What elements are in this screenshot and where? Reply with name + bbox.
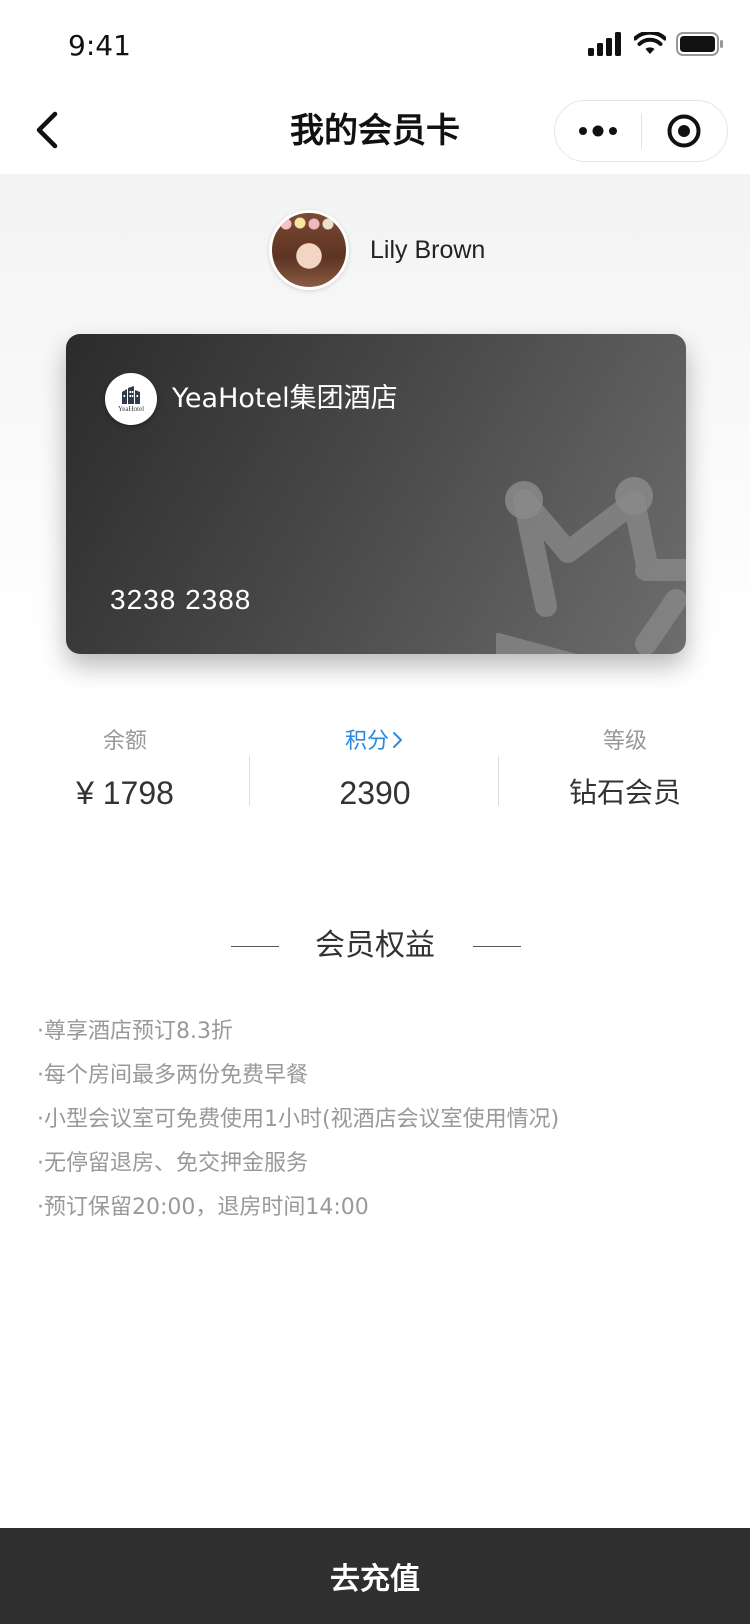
more-dots-icon — [578, 125, 617, 137]
signal-icon — [588, 32, 624, 60]
close-miniprogram-button[interactable] — [642, 101, 728, 161]
member-stats: 余额 ¥ 1798 积分 2390 等级 钻石会员 — [0, 726, 750, 826]
points-stat[interactable]: 积分 2390 — [250, 726, 500, 814]
balance-stat: 余额 ¥ 1798 — [0, 726, 250, 814]
benefit-item: ·每个房间最多两份免费早餐 — [37, 1063, 308, 1088]
balance-label: 余额 — [102, 729, 147, 754]
benefit-item: ·尊享酒店预订8.3折 — [37, 1019, 233, 1044]
points-link[interactable]: 积分 — [250, 726, 500, 758]
points-label: 积分 — [344, 729, 389, 754]
benefit-item: ·小型会议室可免费使用1小时(视酒店会议室使用情况) — [37, 1107, 560, 1132]
crown-icon — [496, 477, 686, 654]
level-label: 等级 — [602, 729, 647, 754]
member-card: YeaHotel YeaHotel集团酒店 3238 2388 — [66, 334, 686, 654]
more-button[interactable] — [555, 101, 641, 161]
level-value: 钻石会员 — [568, 776, 681, 809]
avatar[interactable] — [269, 210, 349, 290]
mini-program-capsule — [554, 100, 728, 162]
user-profile: Lily Brown — [269, 210, 485, 290]
balance-value: ¥ 1798 — [76, 775, 174, 811]
level-stat: 等级 钻石会员 — [500, 726, 750, 814]
benefits-list: ·尊享酒店预订8.3折 ·每个房间最多两份免费早餐 ·小型会议室可免费使用1小时… — [37, 1010, 559, 1230]
user-name: Lily Brown — [370, 235, 486, 264]
hotel-building-icon — [122, 385, 140, 404]
battery-icon — [676, 32, 724, 60]
status-icons — [588, 30, 724, 62]
benefit-item: ·预订保留20:00，退房时间14:00 — [37, 1195, 369, 1220]
recharge-button[interactable]: 去充值 — [0, 1528, 750, 1624]
status-time: 9:41 — [68, 29, 131, 62]
stat-divider — [498, 756, 499, 806]
hotel-logo: YeaHotel — [105, 373, 157, 425]
status-bar: 9:41 — [0, 0, 750, 88]
avatar-flower-crown — [278, 217, 340, 231]
points-value: 2390 — [339, 775, 411, 811]
target-close-icon — [667, 114, 701, 148]
stat-divider — [249, 756, 250, 806]
hotel-name: YeaHotel集团酒店 — [172, 383, 398, 414]
nav-bar: 我的会员卡 — [0, 88, 750, 174]
card-number: 3238 2388 — [110, 584, 252, 615]
chevron-right-icon — [393, 732, 402, 748]
wifi-icon — [633, 30, 667, 60]
benefit-item: ·无停留退房、免交押金服务 — [37, 1151, 308, 1176]
benefits-title: 会员权益 — [315, 928, 435, 963]
hotel-logo-text: YeaHotel — [117, 404, 145, 413]
benefits-title-line-right — [473, 946, 521, 947]
